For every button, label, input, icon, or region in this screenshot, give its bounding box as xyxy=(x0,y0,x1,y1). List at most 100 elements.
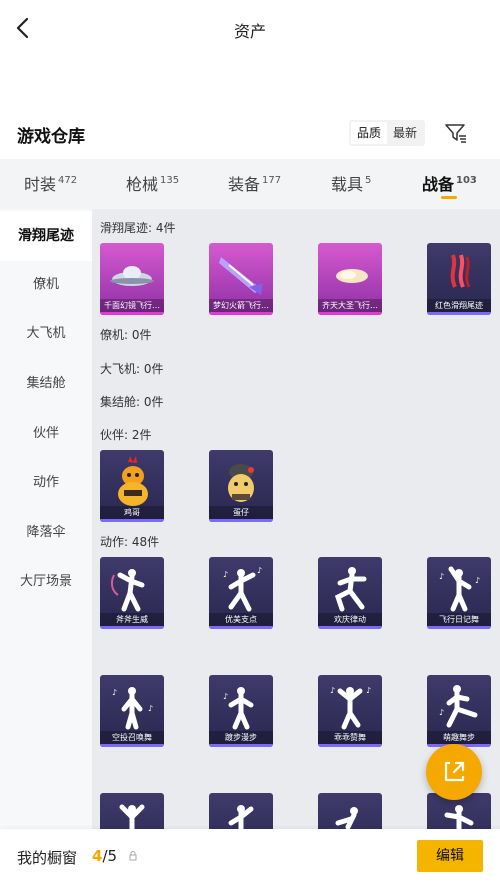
item-card[interactable]: ♪ ♪ 优美支点 xyxy=(209,557,273,629)
item-card[interactable] xyxy=(209,793,273,829)
sidebar-item-emote[interactable]: 动作 xyxy=(0,458,92,508)
sidebar: 滑翔尾迹 僚机 大飞机 集结舱 伙伴 动作 降落伞 大厅场景 xyxy=(0,209,92,829)
quality-bar xyxy=(209,312,273,315)
item-name: 蛋仔 xyxy=(209,506,273,519)
item-name: 欢庆律动 xyxy=(318,613,382,626)
filter-icon[interactable] xyxy=(444,122,468,144)
section-label-glide: 滑翔尾迹: 4件 xyxy=(100,221,176,235)
tab-count: 135 xyxy=(160,175,180,186)
tab-count: 472 xyxy=(58,175,78,186)
item-name: 乖乖赞舞 xyxy=(318,731,382,744)
category-tabs: 时装 472 枪械 135 装备 177 载具 5 战备 103 xyxy=(0,159,500,209)
sidebar-item-partner[interactable]: 伙伴 xyxy=(0,409,92,459)
item-name: 斧斧生威 xyxy=(100,613,164,626)
sort-latest-button[interactable]: 最新 xyxy=(387,122,423,144)
item-card[interactable]: 斧斧生威 xyxy=(100,557,164,629)
item-card[interactable]: 千面幻镜飞行… xyxy=(100,243,164,315)
tab-label: 载具 xyxy=(331,175,364,194)
sidebar-item-big-plane[interactable]: 大飞机 xyxy=(0,309,92,359)
svg-text:♪: ♪ xyxy=(148,704,153,713)
item-grid: 滑翔尾迹: 4件 千面幻镜飞行… 梦幻火箭飞行… 齐天大圣飞行… 红色滑翔尾迹 … xyxy=(92,209,500,829)
section-label-emote: 动作: 48件 xyxy=(100,535,160,549)
item-card[interactable]: ♪ ♪ 飞行日记舞 xyxy=(427,557,491,629)
item-name: 梦幻火箭飞行… xyxy=(209,299,273,312)
svg-text:♪: ♪ xyxy=(439,708,444,717)
item-name: 空投召唤舞 xyxy=(100,731,164,744)
item-name: 踱步漫步 xyxy=(209,731,273,744)
item-card[interactable]: ♪ 萌趣舞步 xyxy=(427,675,491,747)
svg-text:♪: ♪ xyxy=(475,576,480,585)
item-name: 飞行日记舞 xyxy=(427,613,491,626)
quality-bar xyxy=(100,312,164,315)
quality-bar xyxy=(209,744,273,747)
svg-text:♪: ♪ xyxy=(223,570,228,579)
tab-count: 177 xyxy=(262,175,282,186)
svg-text:♪: ♪ xyxy=(223,692,228,701)
svg-text:♪: ♪ xyxy=(330,686,335,695)
showcase-current: 4 xyxy=(92,847,103,865)
sidebar-item-pod[interactable]: 集结舱 xyxy=(0,359,92,409)
share-icon xyxy=(444,761,465,782)
item-name: 鸡哥 xyxy=(100,506,164,519)
dance-pose-icon xyxy=(335,807,358,829)
item-name: 红色滑翔尾迹 xyxy=(427,299,491,312)
item-name: 齐天大圣飞行… xyxy=(318,299,382,312)
page-title: 资产 xyxy=(233,22,266,41)
showcase-count: 4/5 xyxy=(92,847,117,865)
sidebar-item-wingman[interactable]: 僚机 xyxy=(0,260,92,310)
item-card[interactable]: ♪ ♪ 空投召唤舞 xyxy=(100,675,164,747)
quality-bar xyxy=(209,519,273,522)
tab-count: 5 xyxy=(365,175,372,186)
quality-bar xyxy=(100,626,164,629)
tab-label: 时装 xyxy=(24,175,57,194)
warehouse-title: 游戏仓库 xyxy=(17,127,85,147)
item-card[interactable]: 齐天大圣飞行… xyxy=(318,243,382,315)
quality-bar xyxy=(100,519,164,522)
share-button[interactable] xyxy=(426,744,482,800)
sidebar-item-lobby-scene[interactable]: 大厅场景 xyxy=(0,557,92,607)
item-card[interactable]: ♪ 踱步漫步 xyxy=(209,675,273,747)
tab-label: 装备 xyxy=(228,175,261,194)
dance-pose-icon xyxy=(119,804,145,829)
svg-text:♪: ♪ xyxy=(366,686,371,695)
tab-vehicles[interactable]: 载具 5 xyxy=(331,171,371,195)
section-label-partner: 伙伴: 2件 xyxy=(100,428,152,442)
item-card[interactable]: 红色滑翔尾迹 xyxy=(427,243,491,315)
svg-text:♪: ♪ xyxy=(257,566,262,575)
svg-text:♪: ♪ xyxy=(439,572,444,581)
section-label-plane: 大飞机: 0件 xyxy=(100,362,164,376)
dance-pose-icon xyxy=(228,805,254,829)
tab-fashion[interactable]: 时装 472 xyxy=(24,171,77,195)
quality-bar xyxy=(209,626,273,629)
quality-bar xyxy=(318,626,382,629)
item-card[interactable]: ♪ ♪ 乖乖赞舞 xyxy=(318,675,382,747)
tab-label: 枪械 xyxy=(126,175,159,194)
item-name: 千面幻镜飞行… xyxy=(100,299,164,312)
quality-bar xyxy=(100,744,164,747)
tab-equipment[interactable]: 装备 177 xyxy=(228,171,281,195)
item-name: 萌趣舞步 xyxy=(427,731,491,744)
section-label-wingman: 僚机: 0件 xyxy=(100,328,152,342)
sort-quality-button[interactable]: 品质 xyxy=(351,122,388,144)
item-card[interactable] xyxy=(318,793,382,829)
item-card[interactable]: 蛋仔 xyxy=(209,450,273,522)
sidebar-item-glide-trail[interactable]: 滑翔尾迹 xyxy=(0,211,92,261)
quality-bar xyxy=(427,626,491,629)
item-card[interactable] xyxy=(100,793,164,829)
warehouse-row: 游戏仓库 品质 最新 xyxy=(0,116,500,152)
showcase-total: /5 xyxy=(102,847,118,865)
quality-bar xyxy=(427,312,491,315)
showcase-label: 我的橱窗 xyxy=(17,849,78,867)
edit-button[interactable]: 编辑 xyxy=(417,840,483,872)
tab-combat-gear[interactable]: 战备 103 xyxy=(422,171,477,195)
item-card[interactable]: 鸡哥 xyxy=(100,450,164,522)
item-card[interactable]: 梦幻火箭飞行… xyxy=(209,243,273,315)
top-bar: 资产 xyxy=(0,0,500,58)
item-card[interactable]: 欢庆律动 xyxy=(318,557,382,629)
section-label-pod: 集结舱: 0件 xyxy=(100,395,164,409)
tab-count: 103 xyxy=(456,175,477,186)
tab-guns[interactable]: 枪械 135 xyxy=(126,171,179,195)
quality-bar xyxy=(318,744,382,747)
item-name: 优美支点 xyxy=(209,613,273,626)
sidebar-item-parachute[interactable]: 降落伞 xyxy=(0,508,92,558)
